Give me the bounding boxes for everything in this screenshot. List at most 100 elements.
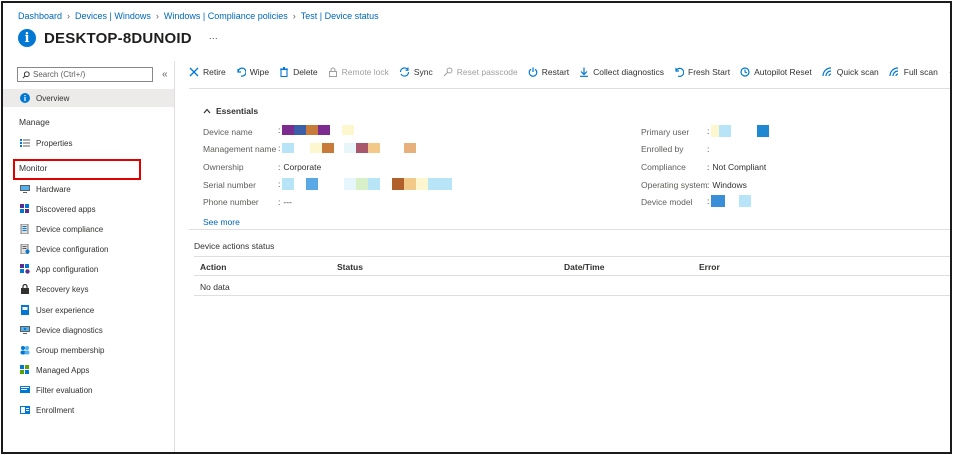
- scan-icon: [889, 67, 898, 77]
- breadcrumb-dashboard[interactable]: Dashboard: [18, 11, 62, 21]
- breadcrumb: Dashboard › Devices | Windows › Windows …: [18, 11, 379, 21]
- properties-icon: [19, 138, 30, 149]
- sidebar: Search (Ctrl+/) « Overview Manage Proper…: [3, 61, 175, 452]
- portal-window: Dashboard › Devices | Windows › Windows …: [1, 1, 952, 454]
- sidebar-item-label: Device compliance: [36, 224, 104, 234]
- redacted-block: [757, 125, 770, 137]
- ownership-value: Corporate: [283, 162, 322, 172]
- essentials-toggle[interactable]: Essentials: [203, 106, 258, 116]
- apps-icon: [19, 204, 30, 215]
- sidebar-item-label: Managed Apps: [36, 365, 90, 375]
- app-config-icon: [19, 264, 30, 275]
- sidebar-item-label: Properties: [36, 138, 73, 148]
- fresh-start-button[interactable]: Fresh Start: [674, 67, 730, 77]
- delete-button[interactable]: Delete: [279, 67, 318, 77]
- redacted-block: [356, 178, 369, 190]
- delete-label: Delete: [293, 67, 318, 77]
- more-commands-button[interactable]: ···: [949, 67, 950, 77]
- sidebar-item-app-configuration[interactable]: App configuration: [3, 260, 174, 278]
- lock-icon: [19, 284, 30, 295]
- sidebar-item-properties[interactable]: Properties: [3, 134, 174, 152]
- quick-scan-button[interactable]: Quick scan: [822, 67, 879, 77]
- sync-icon: [399, 67, 409, 77]
- full-scan-button[interactable]: Full scan: [889, 67, 938, 77]
- sidebar-item-recovery-keys[interactable]: Recovery keys: [3, 280, 174, 298]
- restart-label: Restart: [541, 67, 570, 77]
- sidebar-item-label: Recovery keys: [36, 284, 89, 294]
- prop-label-operating-system: Operating system: [641, 180, 708, 190]
- prop-value-enrolled-by: :: [707, 144, 709, 154]
- column-header-status[interactable]: Status: [337, 262, 363, 272]
- quick-scan-label: Quick scan: [836, 67, 879, 77]
- sidebar-item-discovered-apps[interactable]: Discovered apps: [3, 200, 174, 218]
- autopilot-reset-button[interactable]: Autopilot Reset: [740, 67, 812, 77]
- redacted-block: [344, 143, 357, 153]
- no-data-text: No data: [200, 282, 230, 292]
- prop-label-compliance: Compliance: [641, 162, 686, 172]
- redacted-block: [282, 178, 295, 190]
- column-header-error[interactable]: Error: [699, 262, 720, 272]
- sidebar-item-device-diagnostics[interactable]: Device diagnostics: [3, 321, 174, 339]
- redacted-block: [330, 125, 343, 135]
- filter-icon: [19, 385, 30, 396]
- redacted-block: [282, 143, 295, 153]
- sync-button[interactable]: Sync: [399, 67, 433, 77]
- sidebar-item-label: User experience: [36, 305, 95, 315]
- restart-button[interactable]: Restart: [528, 67, 569, 77]
- retire-button[interactable]: Retire: [189, 67, 226, 77]
- prop-label-enrolled-by: Enrolled by: [641, 144, 684, 154]
- collect-diagnostics-label: Collect diagnostics: [593, 67, 665, 77]
- hardware-icon: [19, 184, 30, 195]
- breadcrumb-devices-windows[interactable]: Devices | Windows: [75, 11, 151, 21]
- sidebar-item-enrollment[interactable]: Enrollment: [3, 401, 174, 419]
- sidebar-item-device-configuration[interactable]: Device configuration: [3, 240, 174, 258]
- essentials-heading: Essentials: [216, 106, 259, 116]
- prop-label-primary-user: Primary user: [641, 127, 690, 137]
- autopilot-reset-label: Autopilot Reset: [754, 67, 812, 77]
- redacted-block: [306, 125, 319, 135]
- breadcrumb-compliance-policies[interactable]: Windows | Compliance policies: [164, 11, 288, 21]
- reset-passcode-button[interactable]: Reset passcode: [443, 67, 518, 77]
- sidebar-item-label: Discovered apps: [36, 204, 96, 214]
- x-icon: [189, 67, 199, 77]
- column-header-date-time[interactable]: Date/Time: [564, 262, 604, 272]
- sidebar-item-group-membership[interactable]: Group membership: [3, 341, 174, 359]
- wipe-button[interactable]: Wipe: [236, 67, 269, 77]
- redacted-block: [392, 178, 405, 190]
- see-more-link[interactable]: See more: [203, 217, 240, 227]
- sidebar-item-label: Enrollment: [36, 405, 75, 415]
- sync-label: Sync: [413, 67, 433, 77]
- operating-system-value: Windows: [712, 180, 747, 190]
- more-options-button[interactable]: ···: [209, 33, 218, 43]
- prop-label-device-model: Device model: [641, 197, 693, 207]
- prop-value-device-model: :: [707, 195, 752, 207]
- sidebar-item-hardware[interactable]: Hardware: [3, 180, 174, 198]
- remote-lock-button[interactable]: Remote lock: [328, 67, 389, 77]
- prop-value-serial-number: :: [278, 178, 453, 190]
- collect-diagnostics-button[interactable]: Collect diagnostics: [579, 67, 664, 77]
- power-icon: [528, 67, 538, 77]
- prop-label-management-name: Management name: [203, 144, 277, 154]
- remote-lock-label: Remote lock: [341, 67, 389, 77]
- sidebar-item-managed-apps[interactable]: Managed Apps: [3, 361, 174, 379]
- collapse-sidebar-button[interactable]: «: [162, 69, 168, 80]
- device-actions-table: Action Status Date/Time Error No data: [194, 256, 950, 296]
- redacted-block: [342, 125, 355, 135]
- sidebar-item-label: Device diagnostics: [36, 325, 103, 335]
- redacted-block: [404, 143, 417, 153]
- redacted-block: [310, 143, 323, 153]
- sidebar-item-device-compliance[interactable]: Device compliance: [3, 220, 174, 238]
- full-scan-label: Full scan: [903, 67, 938, 77]
- redacted-block: [294, 143, 311, 153]
- redacted-block: [318, 178, 345, 190]
- sidebar-item-overview[interactable]: Overview: [3, 89, 174, 107]
- redacted-block: [380, 143, 405, 153]
- sidebar-item-filter-evaluation[interactable]: Filter evaluation: [3, 381, 174, 399]
- column-header-action[interactable]: Action: [200, 262, 226, 272]
- sidebar-item-user-experience[interactable]: User experience: [3, 301, 174, 319]
- breadcrumb-device-status[interactable]: Test | Device status: [301, 11, 379, 21]
- search-input[interactable]: Search (Ctrl+/): [17, 67, 153, 82]
- lock-icon: [328, 67, 337, 77]
- chevron-up-icon: [203, 108, 211, 114]
- redacted-block: [318, 125, 331, 135]
